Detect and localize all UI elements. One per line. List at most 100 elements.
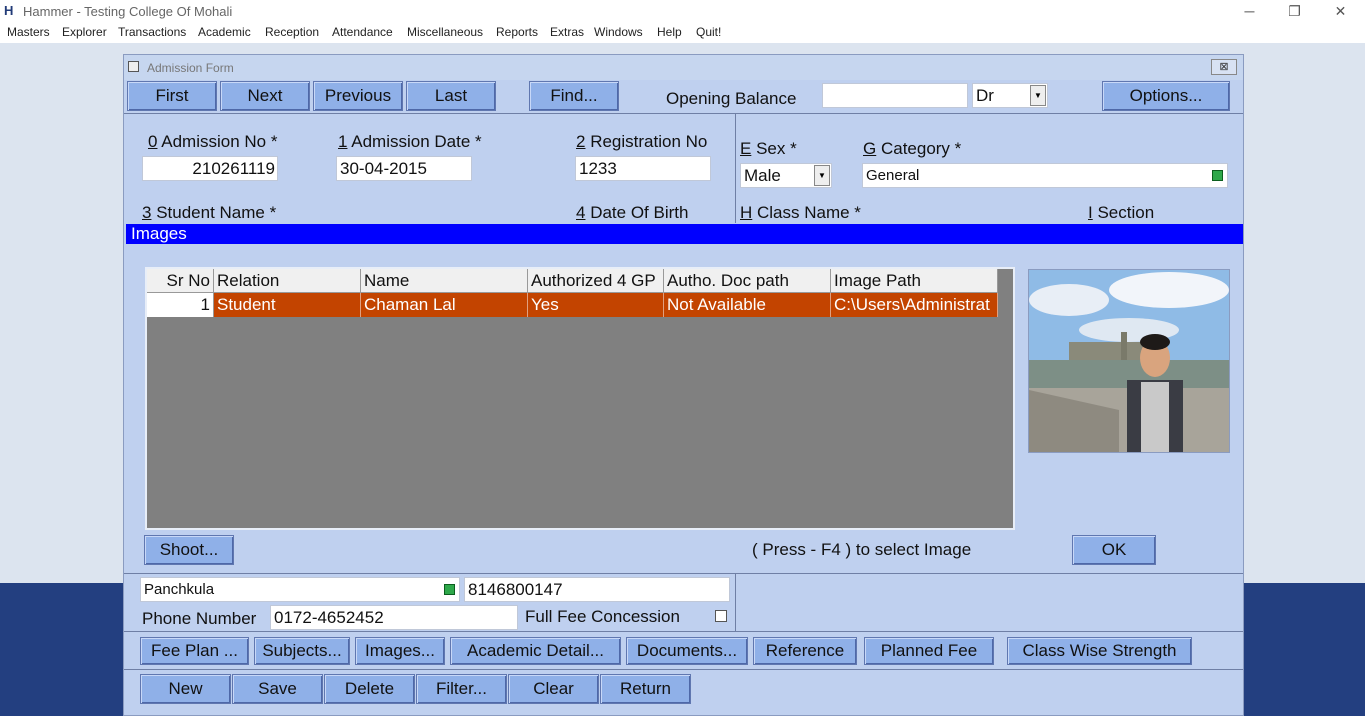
menu-masters[interactable]: Masters — [7, 25, 50, 39]
menu-explorer[interactable]: Explorer — [62, 25, 107, 39]
reference-button[interactable]: Reference — [753, 637, 857, 665]
documents-button[interactable]: Documents... — [626, 637, 748, 665]
divider — [124, 573, 1243, 574]
chevron-down-icon[interactable]: ▼ — [1030, 85, 1046, 106]
registration-no-input[interactable]: 1233 — [575, 156, 711, 181]
city-value: Panchkula — [144, 581, 215, 598]
student-photo-image — [1029, 270, 1229, 452]
cell-sr-no[interactable]: 1 — [147, 293, 214, 317]
next-button[interactable]: Next — [220, 81, 310, 111]
lookup-icon[interactable] — [444, 584, 455, 595]
title-bar: H Hammer - Testing College Of Mohali ─ ❐… — [0, 0, 1365, 23]
class-wise-strength-button[interactable]: Class Wise Strength — [1007, 637, 1192, 665]
divider — [735, 113, 736, 223]
column-header-image-path[interactable]: Image Path — [831, 269, 998, 293]
menu-extras[interactable]: Extras — [550, 25, 584, 39]
first-button[interactable]: First — [127, 81, 217, 111]
options-button[interactable]: Options... — [1102, 81, 1230, 111]
save-button[interactable]: Save — [232, 674, 323, 704]
category-label: G Category * — [863, 139, 962, 158]
menu-attendance[interactable]: Attendance — [332, 25, 393, 39]
student-name-label: 3 Student Name * — [142, 203, 277, 222]
column-header-name[interactable]: Name — [361, 269, 528, 293]
phone-number-input[interactable]: 0172-4652452 — [270, 605, 518, 630]
student-photo — [1028, 269, 1230, 453]
divider — [124, 631, 1243, 632]
close-app-button[interactable]: ✕ — [1318, 0, 1363, 22]
chevron-down-icon[interactable]: ▼ — [814, 165, 830, 186]
cell-doc-path[interactable]: Not Available — [664, 293, 831, 317]
drcr-value: Dr — [976, 86, 994, 105]
sex-select[interactable]: Male ▼ — [740, 163, 832, 188]
category-value: General — [866, 167, 920, 184]
column-header-sr-no[interactable]: Sr No — [147, 269, 214, 293]
ok-button[interactable]: OK — [1072, 535, 1156, 565]
find-button[interactable]: Find... — [529, 81, 619, 111]
new-button[interactable]: New — [140, 674, 231, 704]
cell-name[interactable]: Chaman Lal — [361, 293, 528, 317]
divider — [735, 573, 736, 631]
form-title-bar: Admission Form ⊠ — [124, 55, 1243, 80]
mobile-input[interactable]: 8146800147 — [464, 577, 730, 602]
form-close-button[interactable]: ⊠ — [1211, 59, 1237, 75]
academic-detail-button[interactable]: Academic Detail... — [450, 637, 621, 665]
admission-no-input[interactable]: 210261119 — [142, 156, 278, 181]
divider — [124, 113, 1243, 114]
menu-quit[interactable]: Quit! — [696, 25, 721, 39]
menu-academic[interactable]: Academic — [198, 25, 251, 39]
lookup-icon[interactable] — [1212, 170, 1223, 181]
full-fee-concession-checkbox[interactable] — [715, 610, 727, 622]
menu-reception[interactable]: Reception — [265, 25, 319, 39]
menu-reports[interactable]: Reports — [496, 25, 538, 39]
opening-balance-input[interactable] — [822, 83, 968, 108]
return-button[interactable]: Return — [600, 674, 691, 704]
category-input[interactable]: General — [862, 163, 1228, 188]
menu-help[interactable]: Help — [657, 25, 682, 39]
menu-transactions[interactable]: Transactions — [118, 25, 186, 39]
select-image-hint: ( Press - F4 ) to select Image — [752, 540, 972, 559]
planned-fee-button[interactable]: Planned Fee — [864, 637, 994, 665]
full-fee-concession-label: Full Fee Concession — [525, 607, 680, 626]
images-button[interactable]: Images... — [355, 637, 445, 665]
shoot-button[interactable]: Shoot... — [144, 535, 234, 565]
last-button[interactable]: Last — [406, 81, 496, 111]
menu-miscellaneous[interactable]: Miscellaneous — [407, 25, 483, 39]
menu-windows[interactable]: Windows — [594, 25, 643, 39]
previous-button[interactable]: Previous — [313, 81, 403, 111]
admission-date-label: 1 Admission Date * — [338, 132, 482, 151]
sex-label: E Sex * — [740, 139, 797, 158]
column-header-authorized[interactable]: Authorized 4 GP — [528, 269, 664, 293]
column-header-doc-path[interactable]: Autho. Doc path — [664, 269, 831, 293]
class-name-label: H Class Name * — [740, 203, 861, 222]
phone-number-label: Phone Number — [142, 609, 257, 628]
cell-authorized[interactable]: Yes — [528, 293, 664, 317]
filter-button[interactable]: Filter... — [416, 674, 507, 704]
images-panel-header: Images — [126, 224, 1243, 244]
menu-bar: Masters Explorer Transactions Academic R… — [0, 23, 1365, 43]
form-title: Admission Form — [147, 61, 234, 75]
images-table[interactable]: Sr No Relation Name Authorized 4 GP Auth… — [145, 267, 1015, 530]
app-title: Hammer - Testing College Of Mohali — [23, 4, 233, 19]
fee-plan-button[interactable]: Fee Plan ... — [140, 637, 249, 665]
admission-date-input[interactable]: 30-04-2015 — [336, 156, 472, 181]
form-window-icon — [128, 61, 139, 72]
clear-button[interactable]: Clear — [508, 674, 599, 704]
app-logo-icon: H — [4, 3, 14, 18]
city-input[interactable]: Panchkula — [140, 577, 460, 602]
admission-no-label: 0 Admission No * — [148, 132, 278, 151]
column-header-relation[interactable]: Relation — [214, 269, 361, 293]
opening-balance-label: Opening Balance — [666, 89, 797, 108]
admission-form-window: Admission Form ⊠ First Next Previous Las… — [123, 54, 1244, 716]
section-label: I Section — [1088, 203, 1155, 222]
cell-image-path[interactable]: C:\Users\Administrat — [831, 293, 998, 317]
drcr-select[interactable]: Dr ▼ — [972, 83, 1048, 108]
cell-relation[interactable]: Student — [214, 293, 361, 317]
dob-label: 4 Date Of Birth — [576, 203, 689, 222]
subjects-button[interactable]: Subjects... — [254, 637, 350, 665]
sex-value: Male — [744, 166, 781, 185]
registration-no-label: 2 Registration No — [576, 132, 708, 151]
restore-button[interactable]: ❐ — [1272, 0, 1317, 22]
divider — [124, 669, 1243, 670]
minimize-button[interactable]: ─ — [1227, 0, 1272, 22]
delete-button[interactable]: Delete — [324, 674, 415, 704]
